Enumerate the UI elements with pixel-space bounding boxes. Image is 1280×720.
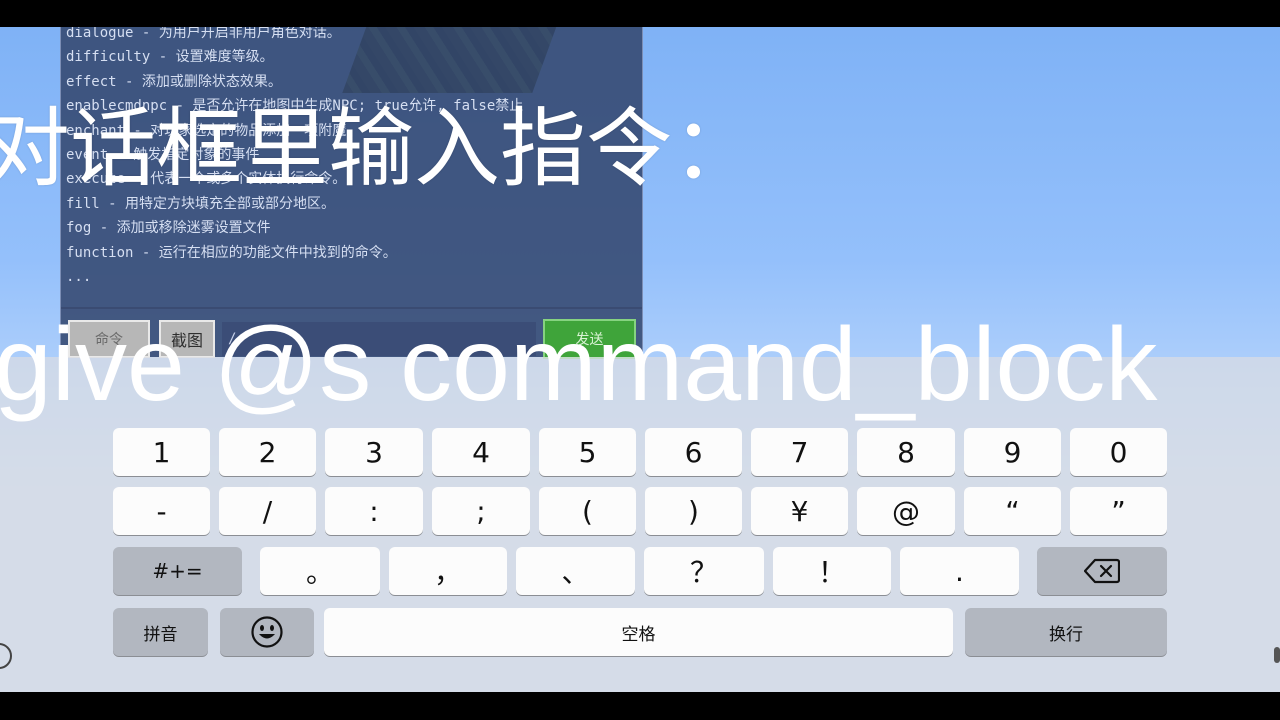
key-4[interactable]: 4 [432, 428, 530, 476]
key-3[interactable]: 3 [325, 428, 423, 476]
backspace-key[interactable] [1037, 547, 1167, 595]
symbols-toggle-key[interactable]: #+= [113, 547, 242, 595]
key-left-paren[interactable]: ( [539, 487, 636, 535]
key-7[interactable]: 7 [751, 428, 848, 476]
dictation-icon[interactable] [1274, 647, 1280, 663]
key-2[interactable]: 2 [219, 428, 316, 476]
chat-line: difficulty - 设置难度等级。 [66, 49, 274, 66]
game-scene: dialogue - 为用户开启非用户角色对话。 difficulty - 设置… [0, 27, 1280, 692]
key-enum-comma[interactable]: 、 [516, 547, 635, 595]
key-0[interactable]: 0 [1070, 428, 1167, 476]
chat-line: function - 运行在相应的功能文件中找到的命令。 [66, 244, 397, 261]
key-9[interactable]: 9 [964, 428, 1061, 476]
backspace-icon [1084, 558, 1120, 584]
overlay-command: give @s command_block [0, 307, 1158, 423]
emoji-key[interactable] [220, 608, 314, 656]
key-yen[interactable]: ¥ [751, 487, 848, 535]
key-8[interactable]: 8 [857, 428, 955, 476]
key-semicolon[interactable]: ; [432, 487, 530, 535]
chat-line: dialogue - 为用户开启非用户角色对话。 [66, 27, 341, 41]
key-question[interactable]: ？ [644, 547, 764, 595]
key-hyphen[interactable]: - [113, 487, 210, 535]
space-key[interactable]: 空格 [324, 608, 953, 656]
key-1[interactable]: 1 [113, 428, 210, 476]
overlay-heading: 对话框里输入指令： [0, 99, 758, 199]
key-exclamation[interactable]: ！ [773, 547, 891, 595]
key-period[interactable]: . [900, 547, 1019, 595]
letterbox-bottom [0, 692, 1280, 720]
chat-line: fog - 添加或移除迷雾设置文件 [66, 220, 271, 237]
return-key[interactable]: 换行 [965, 608, 1167, 656]
key-colon[interactable]: : [325, 487, 423, 535]
key-6[interactable]: 6 [645, 428, 742, 476]
key-5[interactable]: 5 [539, 428, 636, 476]
key-slash[interactable]: / [219, 487, 316, 535]
key-right-paren[interactable]: ) [645, 487, 742, 535]
key-period-cn[interactable]: 。 [260, 547, 380, 595]
chat-line: ... [66, 268, 92, 285]
key-right-quote[interactable]: ” [1070, 487, 1167, 535]
letterbox-top [0, 0, 1280, 27]
key-left-quote[interactable]: “ [964, 487, 1061, 535]
pinyin-key[interactable]: 拼音 [113, 608, 208, 656]
key-at[interactable]: @ [857, 487, 955, 535]
emoji-icon [251, 616, 283, 648]
key-comma-cn[interactable]: ， [389, 547, 507, 595]
chat-line: effect - 添加或删除状态效果。 [66, 73, 282, 90]
